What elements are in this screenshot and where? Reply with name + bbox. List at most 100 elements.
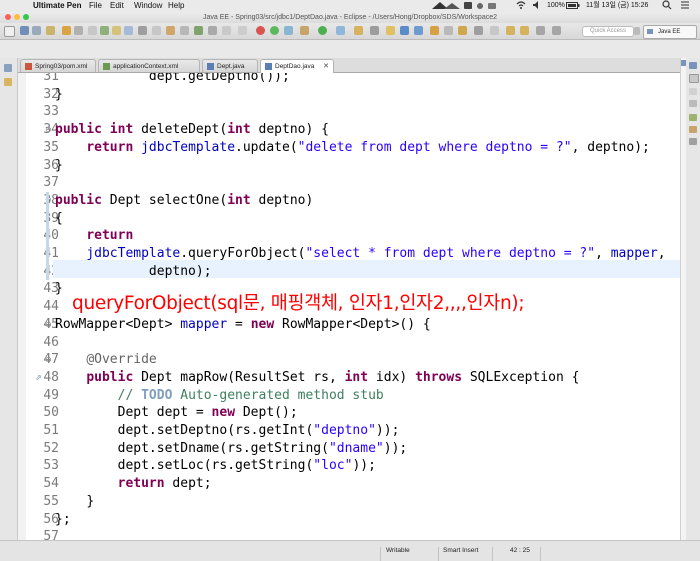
fold-toggle-icon[interactable]: ⊖: [45, 125, 52, 134]
line-number: 33: [43, 104, 59, 120]
new-icon[interactable]: [4, 26, 15, 37]
status-writable: Writable: [386, 547, 410, 554]
code-token: public: [86, 369, 134, 385]
clock[interactable]: 11월 13일 (금) 15:26: [586, 0, 648, 12]
code-line[interactable]: }: [55, 86, 63, 104]
toolbar-icon-15[interactable]: [194, 26, 203, 35]
project-explorer-icon[interactable]: [4, 78, 12, 86]
toggle-mark-icon[interactable]: [74, 26, 83, 35]
code-line[interactable]: public int deleteDept(int deptno) {: [55, 121, 329, 139]
fold-toggle-icon[interactable]: ⊖: [45, 355, 52, 364]
code-token: , deptno);: [571, 139, 650, 155]
toolbar-icon-34[interactable]: [490, 26, 499, 35]
open-folder-icon[interactable]: [430, 26, 439, 35]
toolbar-icon-17[interactable]: [222, 26, 231, 35]
toolbar-icon-31[interactable]: [444, 26, 453, 35]
toolbar-icon-9[interactable]: [112, 26, 121, 35]
toolbar-icon-12[interactable]: [152, 26, 161, 35]
zoom-window-button[interactable]: [23, 14, 29, 20]
perspective-java-ee[interactable]: Java EE: [643, 25, 697, 39]
search-toolbar-icon[interactable]: [458, 26, 467, 35]
package-explorer-icon[interactable]: [4, 64, 12, 72]
code-token: jdbcTemplate: [86, 246, 181, 261]
toolbar-icon-14[interactable]: [180, 26, 189, 35]
close-tab-icon[interactable]: ✕: [323, 60, 329, 73]
maven-pom-icon: [25, 63, 32, 70]
code-line[interactable]: dept.setDname(rs.getString("dname"));: [55, 440, 408, 458]
new-class-icon[interactable]: [414, 26, 423, 35]
toolbar-icon-8[interactable]: [100, 26, 109, 35]
code-line[interactable]: @Override: [55, 351, 156, 369]
restore-icon[interactable]: [689, 62, 697, 69]
code-line[interactable]: }: [55, 157, 63, 175]
code-token: Dept dept =: [117, 405, 212, 421]
coverage-icon[interactable]: [336, 26, 345, 35]
outline-icon[interactable]: [689, 74, 699, 83]
menu-help[interactable]: Help: [168, 0, 184, 12]
next-annotation-icon[interactable]: [506, 26, 515, 35]
java-editor[interactable]: 31 32 33 34 35 36 37 38 39 40 41 42 43 4…: [18, 73, 680, 540]
code-line[interactable]: {: [55, 210, 63, 228]
code-line[interactable]: return dept;: [55, 475, 212, 493]
minimize-window-button[interactable]: [14, 14, 20, 20]
print-icon[interactable]: [46, 26, 55, 35]
override-marker-icon[interactable]: ⇗: [35, 373, 42, 382]
toolbar-icon-21[interactable]: [284, 26, 293, 35]
tab-deptdao-java[interactable]: DeptDao.java ✕: [260, 59, 334, 73]
code-line[interactable]: Dept dept = new Dept();: [55, 404, 298, 422]
debug-gear-icon[interactable]: [300, 26, 309, 35]
code-line[interactable]: return jdbcTemplate.update("delete from …: [55, 139, 650, 157]
new-package-icon[interactable]: [400, 26, 409, 35]
toolbar-icon-7[interactable]: [88, 26, 97, 35]
code-line[interactable]: dept.getDeptno());: [55, 73, 290, 86]
menu-window[interactable]: Window: [134, 0, 162, 12]
code-line[interactable]: return: [55, 227, 133, 245]
code-line[interactable]: deptno);: [55, 263, 212, 281]
run-icon[interactable]: [318, 26, 327, 35]
code-line[interactable]: jdbcTemplate.queryForObject("select * fr…: [55, 245, 665, 263]
markers-icon[interactable]: [689, 100, 697, 107]
app-menu[interactable]: Ultimate Pen: [33, 0, 81, 12]
tab-pom-xml[interactable]: Spring03/pom.xml: [20, 59, 96, 72]
task-list-icon[interactable]: [689, 88, 697, 95]
code-line[interactable]: }: [55, 493, 94, 511]
new-java-project-icon[interactable]: [386, 26, 395, 35]
external-tools-icon[interactable]: [354, 26, 363, 35]
code-line[interactable]: // TODO Auto-generated method stub: [55, 387, 384, 405]
tab-application-context-xml[interactable]: applicationContext.xml: [98, 59, 200, 72]
menu-file[interactable]: File: [89, 0, 102, 12]
console-icon[interactable]: [689, 138, 697, 145]
forward-icon[interactable]: [552, 26, 561, 35]
toolbar-icon-18[interactable]: [238, 26, 247, 35]
open-type-icon[interactable]: [62, 26, 71, 35]
toolbar-icon-11[interactable]: [138, 26, 147, 35]
stop-server-icon[interactable]: [256, 26, 265, 35]
fold-toggle-icon[interactable]: ⊖: [45, 320, 52, 329]
toolbar-icon-10[interactable]: [124, 26, 133, 35]
close-window-button[interactable]: [5, 14, 11, 20]
code-line[interactable]: RowMapper<Dept> mapper = new RowMapper<D…: [55, 316, 431, 334]
save-all-icon[interactable]: [32, 26, 41, 35]
previous-annotation-icon[interactable]: [520, 26, 529, 35]
code-token: Auto-generated method stub: [172, 387, 384, 403]
save-icon[interactable]: [20, 26, 29, 35]
back-icon[interactable]: [536, 26, 545, 35]
menu-edit[interactable]: Edit: [110, 0, 124, 12]
code-line[interactable]: };: [55, 511, 71, 529]
quick-access-input[interactable]: Quick Access: [582, 26, 634, 37]
code-line[interactable]: public Dept mapRow(ResultSet rs, int idx…: [55, 369, 579, 387]
toolbar-icon-16[interactable]: [208, 26, 217, 35]
toolbar-icon-33[interactable]: [474, 26, 483, 35]
code-line[interactable]: }: [55, 280, 63, 298]
code-line[interactable]: dept.setDeptno(rs.getInt("deptno"));: [55, 422, 400, 440]
code-line[interactable]: dept.setLoc(rs.getString("loc"));: [55, 457, 376, 475]
start-server-icon[interactable]: [270, 26, 279, 35]
servers-icon[interactable]: [689, 114, 697, 121]
data-source-explorer-icon[interactable]: [689, 126, 697, 133]
tab-dept-java[interactable]: Dept.java: [202, 59, 258, 72]
toolbar-icon-13[interactable]: [166, 26, 175, 35]
code-line[interactable]: public Dept selectOne(int deptno): [55, 192, 313, 210]
toolbar-icon-26[interactable]: [370, 26, 379, 35]
open-perspective-icon[interactable]: [634, 27, 640, 35]
vertical-ruler: [18, 73, 26, 540]
